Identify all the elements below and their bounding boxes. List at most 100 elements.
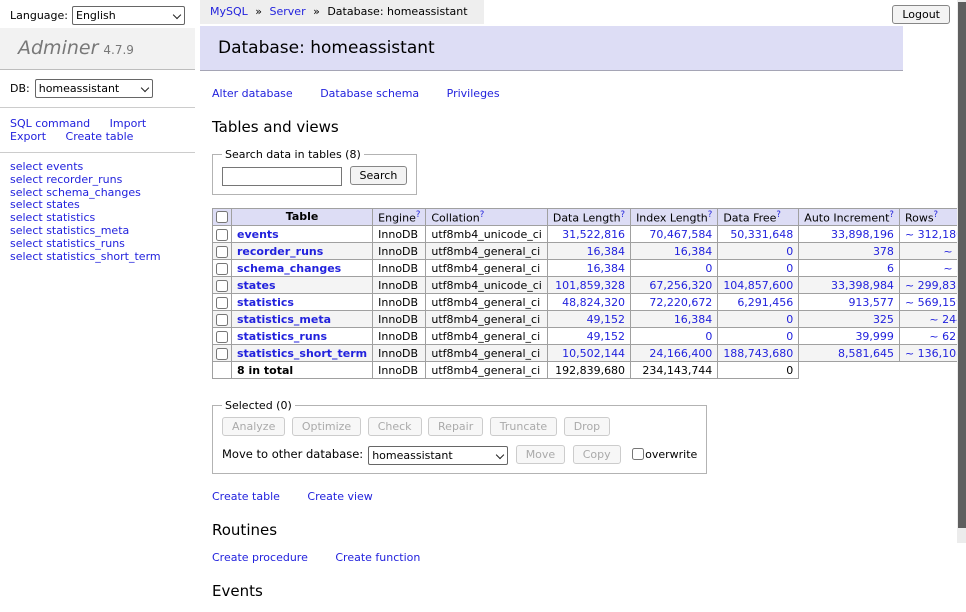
auto-increment-link[interactable]: 913,577	[848, 296, 894, 309]
data-length-link[interactable]: 49,152	[587, 313, 626, 326]
row-checkbox[interactable]	[216, 297, 228, 309]
row-checkbox[interactable]	[216, 280, 228, 292]
select-link[interactable]: select	[10, 224, 43, 237]
auto-increment-link[interactable]: 378	[873, 245, 894, 258]
data-free-link[interactable]: 50,331,648	[730, 228, 793, 241]
column-help-link[interactable]: ?	[889, 210, 894, 220]
sidebar-item-create-table[interactable]: Create table	[66, 130, 134, 143]
table-link[interactable]: events	[46, 160, 83, 173]
create-function-link[interactable]: Create function	[335, 551, 420, 564]
data-length-link[interactable]: 10,502,144	[562, 347, 625, 360]
table-name-link[interactable]: schema_changes	[237, 262, 341, 275]
index-length-link[interactable]: 72,220,672	[649, 296, 712, 309]
move-database-select[interactable]: homeassistant	[368, 446, 508, 465]
row-checkbox[interactable]	[216, 314, 228, 326]
sidebar-item-sql-command[interactable]: SQL command	[10, 117, 90, 130]
data-length-link[interactable]: 49,152	[587, 330, 626, 343]
row-checkbox[interactable]	[216, 331, 228, 343]
auto-increment-link[interactable]: 8,581,645	[838, 347, 894, 360]
auto-increment-link[interactable]: 325	[873, 313, 894, 326]
scrollbar-thumb[interactable]	[958, 2, 966, 528]
data-free-link[interactable]: 104,857,600	[723, 279, 793, 292]
data-free-link[interactable]: 0	[786, 262, 793, 275]
data-free-link[interactable]: 0	[786, 313, 793, 326]
data-length-link[interactable]: 16,384	[587, 262, 626, 275]
row-checkbox[interactable]	[216, 263, 228, 275]
index-length-link[interactable]: 16,384	[674, 313, 713, 326]
column-help-link[interactable]: ?	[776, 210, 781, 220]
rows-count-link[interactable]: ~ 136,108	[905, 347, 963, 360]
index-length-link[interactable]: 70,467,584	[649, 228, 712, 241]
auto-increment-link[interactable]: 39,999	[855, 330, 894, 343]
analyze-button[interactable]: Analyze	[222, 417, 285, 436]
auto-increment-link[interactable]: 33,398,984	[831, 279, 894, 292]
scrollbar[interactable]	[957, 0, 966, 543]
select-link[interactable]: select	[10, 250, 43, 263]
table-link[interactable]: statistics_meta	[46, 224, 129, 237]
table-link[interactable]: statistics_runs	[46, 237, 125, 250]
adminer-version[interactable]: 4.7.9	[103, 43, 134, 57]
index-length-link[interactable]: 24,166,400	[649, 347, 712, 360]
data-free-link[interactable]: 0	[786, 245, 793, 258]
auto-increment-link[interactable]: 33,898,196	[831, 228, 894, 241]
index-length-link[interactable]: 67,256,320	[649, 279, 712, 292]
move-button[interactable]: Move	[516, 445, 566, 464]
copy-button[interactable]: Copy	[573, 445, 621, 464]
language-select[interactable]: English	[72, 6, 185, 25]
sidebar-item-import[interactable]: Import	[110, 117, 147, 130]
data-length-link[interactable]: 48,824,320	[562, 296, 625, 309]
select-link[interactable]: select	[10, 173, 43, 186]
column-help-link[interactable]: ?	[480, 210, 485, 220]
data-length-link[interactable]: 16,384	[587, 245, 626, 258]
table-name-link[interactable]: statistics	[237, 296, 294, 309]
select-link[interactable]: select	[10, 198, 43, 211]
table-link[interactable]: statistics_short_term	[46, 250, 160, 263]
select-link[interactable]: select	[10, 160, 43, 173]
table-link[interactable]: states	[46, 198, 80, 211]
create-table-link[interactable]: Create table	[212, 490, 280, 503]
index-length-link[interactable]: 0	[705, 262, 712, 275]
table-name-link[interactable]: statistics_runs	[237, 330, 327, 343]
alter-database-link[interactable]: Alter database	[212, 87, 293, 100]
auto-increment-link[interactable]: 6	[887, 262, 894, 275]
select-all-checkbox[interactable]	[216, 211, 228, 223]
index-length-link[interactable]: 16,384	[674, 245, 713, 258]
row-checkbox[interactable]	[216, 348, 228, 360]
table-name-link[interactable]: statistics_meta	[237, 313, 331, 326]
index-length-link[interactable]: 0	[705, 330, 712, 343]
table-name-link[interactable]: statistics_short_term	[237, 347, 367, 360]
rows-count-link[interactable]: ~ 569,159	[905, 296, 963, 309]
db-select[interactable]: homeassistant	[35, 79, 153, 98]
column-help-link[interactable]: ?	[416, 210, 421, 220]
breadcrumb-mysql-link[interactable]: MySQL	[210, 5, 248, 18]
row-checkbox[interactable]	[216, 229, 228, 241]
data-free-link[interactable]: 188,743,680	[723, 347, 793, 360]
check-button[interactable]: Check	[368, 417, 422, 436]
data-length-link[interactable]: 101,859,328	[555, 279, 625, 292]
create-procedure-link[interactable]: Create procedure	[212, 551, 308, 564]
search-input[interactable]	[222, 167, 342, 186]
rows-count-link[interactable]: ~ 299,833	[905, 279, 963, 292]
table-link[interactable]: schema_changes	[46, 186, 141, 199]
data-length-link[interactable]: 31,522,816	[562, 228, 625, 241]
sidebar-item-export[interactable]: Export	[10, 130, 46, 143]
rows-count-link[interactable]: ~ 312,180	[905, 228, 963, 241]
privileges-link[interactable]: Privileges	[447, 87, 500, 100]
overwrite-checkbox[interactable]	[632, 448, 644, 460]
table-name-link[interactable]: recorder_runs	[237, 245, 323, 258]
data-free-link[interactable]: 6,291,456	[737, 296, 793, 309]
logout-button[interactable]: Logout	[892, 5, 950, 24]
database-schema-link[interactable]: Database schema	[320, 87, 419, 100]
table-name-link[interactable]: states	[237, 279, 276, 292]
create-view-link[interactable]: Create view	[307, 490, 372, 503]
search-button[interactable]: Search	[350, 166, 408, 185]
column-help-link[interactable]: ?	[934, 210, 939, 220]
data-free-link[interactable]: 0	[786, 330, 793, 343]
repair-button[interactable]: Repair	[428, 417, 483, 436]
select-link[interactable]: select	[10, 186, 43, 199]
column-help-link[interactable]: ?	[708, 210, 713, 220]
breadcrumb-server-link[interactable]: Server	[270, 5, 306, 18]
column-help-link[interactable]: ?	[621, 210, 626, 220]
table-link[interactable]: statistics	[46, 211, 95, 224]
select-link[interactable]: select	[10, 237, 43, 250]
